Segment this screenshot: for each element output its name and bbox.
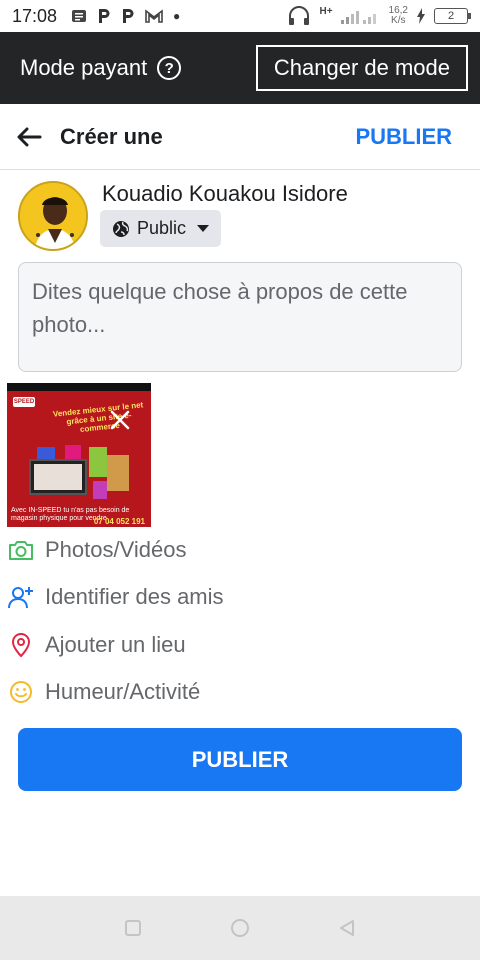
recent-apps-icon[interactable] [124,919,142,937]
privacy-label: Public [137,218,187,238]
action-label: Photos/Vidéos [45,537,187,562]
photo-bag [93,481,107,499]
header-publish-button[interactable]: PUBLIER [355,124,464,150]
avatar[interactable] [18,181,88,251]
notification-list-icon [72,10,87,22]
parking-icon [99,9,110,23]
action-label: Identifier des amis [45,584,224,609]
back-arrow-icon[interactable] [16,124,42,150]
page-title: Créer une [60,123,163,149]
notification-icons: ● [71,8,180,24]
back-icon[interactable] [338,919,356,937]
photo-bag [89,447,107,477]
gmail-icon [145,9,163,23]
parking-icon-2 [123,9,134,23]
photo-box [107,455,129,491]
charging-icon [417,8,425,24]
attached-photo[interactable]: SPEED Vendez mieux sur le net grâce à un… [7,383,151,527]
post-text-input[interactable]: Dites quelque chose à propos de cette ph… [18,262,462,372]
network-type: H+ [319,5,333,17]
mode-bar: Mode payant ? Changer de mode [0,32,480,104]
battery-icon: 2 [434,8,471,24]
status-time: 17:08 [12,5,58,26]
post-placeholder: Dites quelque chose à propos de cette ph… [32,279,408,337]
home-icon[interactable] [230,918,250,938]
photo-banner [7,383,151,391]
user-name: Kouadio Kouakou Isidore [102,181,348,206]
composer-header: Créer une PUBLIER [0,104,480,170]
publish-button[interactable]: PUBLIER [18,728,462,791]
system-icons: H+ 16,2 K/s 2 [287,5,471,26]
action-add-location[interactable]: Ajouter un lieu [8,625,468,665]
location-pin-icon [8,632,34,658]
status-bar: 17:08 ● H+ 16,2 K/s 2 [0,0,480,32]
photo-logo: SPEED [13,397,35,407]
action-label: Humeur/Activité [45,679,201,704]
more-notifications-dot: ● [173,9,181,23]
privacy-selector[interactable]: Public [100,210,222,247]
dropdown-caret-icon [197,225,210,232]
action-tag-friends[interactable]: Identifier des amis [8,577,468,617]
network-speed: 16,2 K/s [388,5,408,26]
globe-icon [113,220,129,237]
photo-laptop [29,459,87,495]
mode-label: Mode payant [20,55,148,80]
help-icon[interactable]: ? [157,56,182,80]
action-photos-videos[interactable]: Photos/Vidéos [8,530,468,570]
remove-photo-icon[interactable] [107,407,133,433]
smiley-icon [8,679,34,705]
headset-icon [289,6,310,25]
photo-phone-number: 07 04 052 191 [93,517,145,526]
signal-icon [340,11,376,24]
change-mode-button[interactable]: Changer de mode [255,45,468,91]
system-nav-bar [0,896,480,960]
action-feeling-activity[interactable]: Humeur/Activité [8,672,468,712]
tag-friends-icon [8,584,34,610]
camera-icon [8,537,34,563]
action-label: Ajouter un lieu [45,632,186,657]
